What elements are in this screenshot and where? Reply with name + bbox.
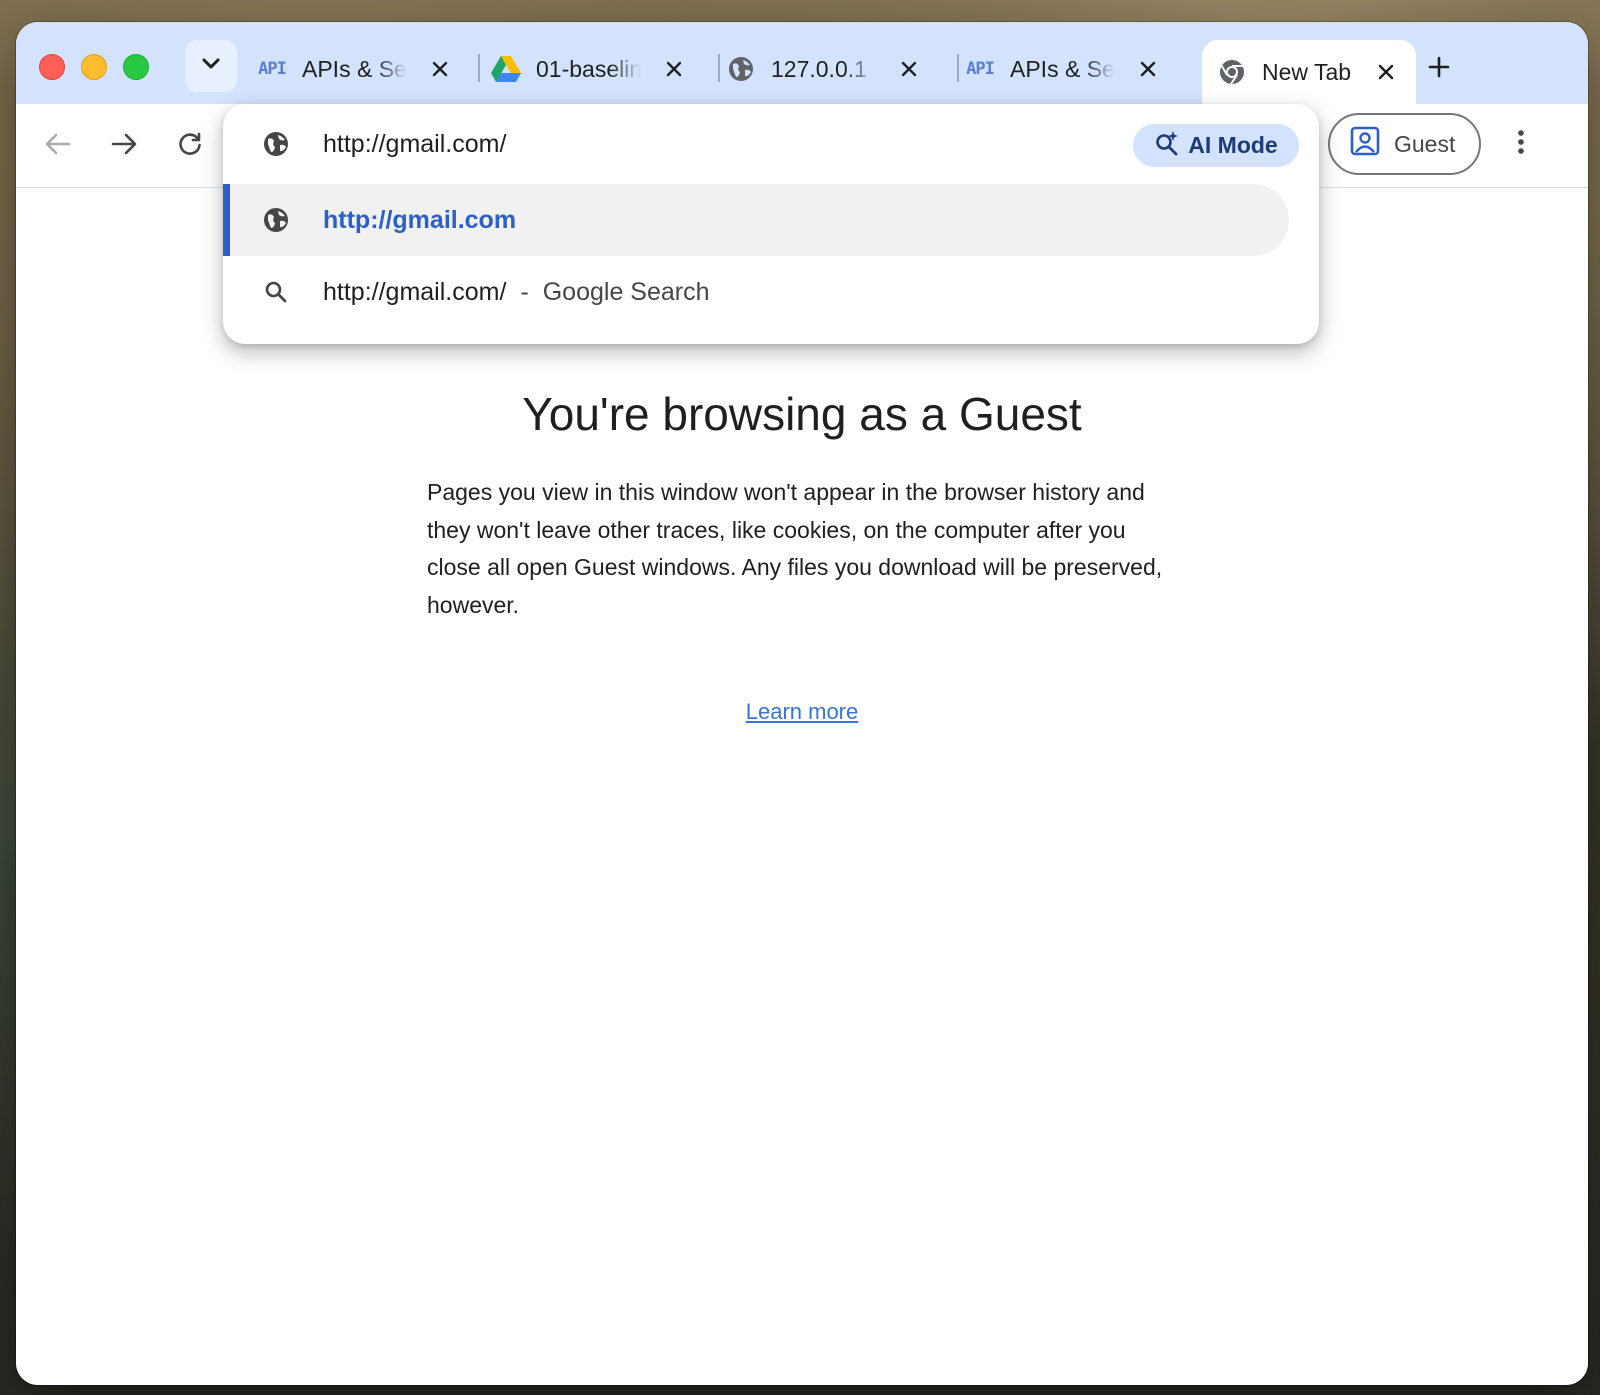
maximize-window-button[interactable] <box>123 54 149 80</box>
suggestion-url[interactable]: http://gmail.com <box>223 184 1289 256</box>
ai-mode-button[interactable]: AI Mode <box>1133 124 1299 167</box>
learn-more-link[interactable]: Learn more <box>746 699 859 724</box>
tab-search-button[interactable] <box>185 40 237 92</box>
guest-new-tab-page: You're browsing as a Guest Pages you vie… <box>16 189 1588 1385</box>
tab-127-0-0-1[interactable]: 127.0.0.1 <box>725 40 925 98</box>
page-title: You're browsing as a Guest <box>522 388 1082 440</box>
tab-title: 01-baseline <box>536 55 641 82</box>
new-tab-button[interactable] <box>1420 50 1458 88</box>
tab-new-tab[interactable]: New Tab <box>1202 40 1416 104</box>
tab-title: New Tab <box>1262 58 1352 85</box>
profile-label: Guest <box>1394 130 1456 157</box>
tab-strip: API APIs & Services 01-baseline <box>16 22 1588 104</box>
api-icon: API <box>258 59 287 79</box>
browser-window: API APIs & Services 01-baseline <box>16 22 1588 1385</box>
profile-guest-button[interactable]: Guest <box>1328 113 1481 175</box>
browser-menu-button[interactable] <box>1501 124 1541 164</box>
chrome-icon <box>1216 56 1248 88</box>
close-tab-icon[interactable] <box>1370 56 1402 88</box>
arrow-left-icon <box>45 133 71 160</box>
omnibox-dropdown: http://gmail.com/ AI Mode http://gmail.c… <box>223 104 1319 344</box>
close-tab-icon[interactable] <box>893 53 925 85</box>
chevron-down-icon <box>201 57 221 76</box>
globe-icon <box>261 129 291 159</box>
google-drive-icon <box>490 53 522 85</box>
ai-search-sparkle-icon <box>1154 130 1180 162</box>
guest-profile-icon <box>1350 126 1380 162</box>
close-tab-icon[interactable] <box>658 53 690 85</box>
globe-icon <box>725 53 757 85</box>
guest-description: Pages you view in this window won't appe… <box>427 479 1163 618</box>
tab-separator <box>718 54 720 82</box>
tab-separator <box>478 54 480 82</box>
tab-title: 127.0.0.1 <box>771 55 867 82</box>
more-vert-icon <box>1517 129 1525 160</box>
tab-apis-services-2[interactable]: API APIs & Services <box>964 40 1164 98</box>
suggestion-search-text: http://gmail.com/- Google Search <box>323 278 710 307</box>
plus-icon <box>1428 56 1450 83</box>
reload-button[interactable] <box>170 126 210 166</box>
close-tab-icon[interactable] <box>424 53 456 85</box>
ai-mode-label: AI Mode <box>1188 132 1278 158</box>
reload-icon <box>177 131 203 162</box>
arrow-right-icon <box>111 133 137 160</box>
globe-icon <box>261 205 291 235</box>
learn-more-container: Learn more <box>16 699 1588 725</box>
address-input[interactable]: http://gmail.com/ <box>323 130 506 159</box>
forward-button[interactable] <box>104 126 144 166</box>
back-button[interactable] <box>38 126 78 166</box>
search-icon <box>261 277 291 307</box>
close-window-button[interactable] <box>39 54 65 80</box>
api-icon: API <box>966 59 995 79</box>
search-engine-label: Google Search <box>542 278 710 306</box>
tab-apis-services-1[interactable]: API APIs & Services <box>256 40 456 98</box>
selection-indicator <box>223 184 230 256</box>
minimize-window-button[interactable] <box>81 54 107 80</box>
tab-title: APIs & Services <box>302 55 407 82</box>
search-query: http://gmail.com/ <box>323 278 507 306</box>
tab-title: APIs & Services <box>1010 55 1115 82</box>
suggestion-search[interactable]: http://gmail.com/- Google Search <box>223 256 1289 328</box>
close-tab-icon[interactable] <box>1132 53 1164 85</box>
tab-separator <box>957 54 959 82</box>
tab-01-baseline[interactable]: 01-baseline <box>490 40 690 98</box>
address-bar[interactable]: http://gmail.com/ AI Mode <box>223 104 1319 184</box>
search-separator: - <box>520 278 529 306</box>
suggestion-url-text: http://gmail.com <box>323 206 517 234</box>
